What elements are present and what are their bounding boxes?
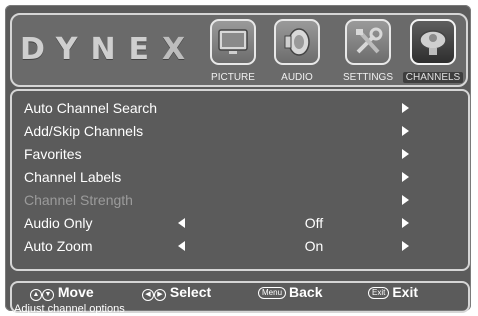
menu-item-label: Favorites: [24, 146, 82, 162]
auto-zoom-value: On: [304, 238, 324, 254]
menu-item-favorites[interactable]: Favorites: [24, 143, 444, 165]
menu-tab-bar: PICTURE AUDIO SETTINGS CHANNELS: [210, 19, 468, 87]
tab-audio[interactable]: [274, 19, 320, 65]
tab-settings-label: SETTINGS: [342, 72, 393, 83]
menu-item-auto-channel-search[interactable]: Auto Channel Search: [24, 97, 444, 119]
right-arrow-icon: [402, 103, 409, 113]
speaker-icon: [284, 28, 310, 56]
tools-icon: [356, 27, 383, 54]
right-arrow-icon[interactable]: [402, 241, 409, 251]
exit-label: Exit: [392, 284, 419, 300]
audio-only-value: Off: [304, 215, 324, 231]
footer-move: ▲ ▼ Move: [30, 284, 94, 301]
select-label: Select: [169, 284, 212, 300]
down-button-icon: ▼: [42, 289, 54, 301]
menu-item-label: Auto Zoom: [24, 238, 93, 254]
footer-select: ◀ ▶ Select: [142, 284, 211, 301]
right-arrow-icon: [402, 172, 409, 182]
tab-picture[interactable]: [210, 19, 256, 65]
right-arrow-icon: [402, 149, 409, 159]
tab-settings[interactable]: [345, 19, 391, 65]
menu-item-auto-zoom[interactable]: Auto Zoom On: [24, 235, 444, 257]
menu-item-label: Audio Only: [24, 215, 93, 231]
footer-help-bar: ▲ ▼ Move ◀ ▶ Select Menu Back Exit Exit Adju…: [10, 281, 470, 315]
footer-back: Menu Back: [258, 284, 322, 300]
left-arrow-icon[interactable]: [178, 241, 185, 251]
menu-item-add-skip-channels[interactable]: Add/Skip Channels: [24, 120, 444, 142]
satellite-dish-icon: [419, 30, 447, 55]
tab-channels-label: CHANNELS: [403, 72, 463, 83]
right-button-icon: ▶: [154, 289, 166, 301]
move-label: Move: [57, 284, 94, 300]
tab-audio-label: AUDIO: [281, 72, 313, 83]
up-button-icon: ▲: [30, 289, 42, 301]
menu-item-label: Channel Strength: [24, 192, 133, 208]
left-arrow-icon[interactable]: [178, 218, 185, 228]
menu-item-channel-strength: Channel Strength: [24, 189, 444, 211]
left-button-icon: ◀: [142, 289, 154, 301]
dynex-logo: DYNEX: [20, 32, 199, 67]
menu-key-icon: Menu: [258, 287, 287, 299]
right-arrow-icon[interactable]: [402, 218, 409, 228]
menu-item-audio-only[interactable]: Audio Only Off: [24, 212, 444, 234]
tv-monitor-icon: [218, 29, 248, 54]
back-label: Back: [289, 284, 323, 300]
menu-item-label: Add/Skip Channels: [24, 123, 144, 139]
status-text: Adjust channel options: [14, 303, 125, 315]
right-arrow-icon: [402, 195, 409, 205]
exit-key-icon: Exit: [368, 287, 390, 299]
menu-item-label: Auto Channel Search: [24, 100, 158, 116]
tab-channels[interactable]: [410, 19, 456, 65]
menu-item-channel-labels[interactable]: Channel Labels: [24, 166, 444, 188]
right-arrow-icon: [402, 126, 409, 136]
tab-picture-label: PICTURE: [211, 72, 255, 83]
menu-item-label: Channel Labels: [24, 169, 122, 185]
footer-exit: Exit Exit: [368, 284, 418, 300]
